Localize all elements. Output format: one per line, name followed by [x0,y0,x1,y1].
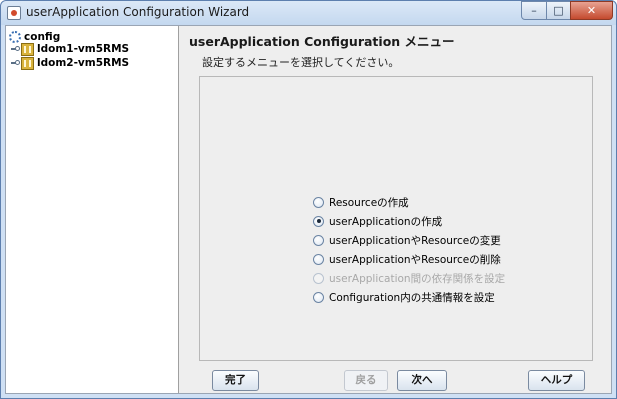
title-bar[interactable]: userApplication Configuration Wizard – □… [1,1,616,25]
radio-button-selected-icon[interactable] [313,215,324,227]
option-label: userApplication間の依存関係を設定 [329,272,506,285]
radio-button-icon[interactable] [313,234,324,246]
window-title: userApplication Configuration Wizard [26,5,250,19]
radio-button-icon[interactable] [313,196,324,208]
option-delete[interactable]: userApplicationやResourceの削除 [313,252,501,266]
option-label: userApplicationやResourceの変更 [329,234,501,247]
option-label: userApplicationの作成 [329,215,443,228]
instruction-text: 設定するメニューを選択してください。 [202,56,400,69]
option-label: Configuration内の共通情報を設定 [329,291,495,304]
tree-node-label: ldom2-vm5RMS [37,57,130,69]
minimize-button[interactable]: – [521,1,547,20]
node-icon [21,42,34,56]
config-tree-panel: config ldom1-vm5RMS ldom2-vm5RMS [6,26,179,393]
close-button[interactable]: ✕ [570,1,613,20]
radio-button-disabled-icon [313,272,324,284]
tree-node-ldom2[interactable]: ldom2-vm5RMS [11,56,129,70]
radio-button-icon[interactable] [313,291,324,303]
client-area: config ldom1-vm5RMS ldom2-vm5RMS userApp… [5,25,612,394]
maximize-button[interactable]: □ [546,1,571,20]
option-set-dependencies: userApplication間の依存関係を設定 [313,271,505,285]
option-label: userApplicationやResourceの削除 [329,253,501,266]
help-button[interactable]: ヘルプ [528,370,585,391]
wizard-window: userApplication Configuration Wizard – □… [0,0,617,399]
option-modify[interactable]: userApplicationやResourceの変更 [313,233,501,247]
menu-options-group: Resourceの作成 userApplicationの作成 userAppli… [199,76,593,361]
finish-button[interactable]: 完了 [212,370,259,391]
tree-expand-handle-icon[interactable] [11,59,20,67]
next-button[interactable]: 次へ [397,370,447,391]
option-common-settings[interactable]: Configuration内の共通情報を設定 [313,290,495,304]
menu-panel: userApplication Configuration メニュー 設定するメ… [180,26,611,393]
page-title: userApplication Configuration メニュー [189,34,455,49]
option-label: Resourceの作成 [329,196,409,209]
option-create-userapplication[interactable]: userApplicationの作成 [313,214,442,228]
radio-button-icon[interactable] [313,253,324,265]
java-app-icon [7,6,21,20]
node-icon [21,56,34,70]
tree-expand-handle-icon[interactable] [11,45,20,53]
tree-node-label: ldom1-vm5RMS [37,43,130,55]
back-button: 戻る [344,370,388,391]
option-create-resource[interactable]: Resourceの作成 [313,195,409,209]
tree-node-ldom1[interactable]: ldom1-vm5RMS [11,42,129,56]
